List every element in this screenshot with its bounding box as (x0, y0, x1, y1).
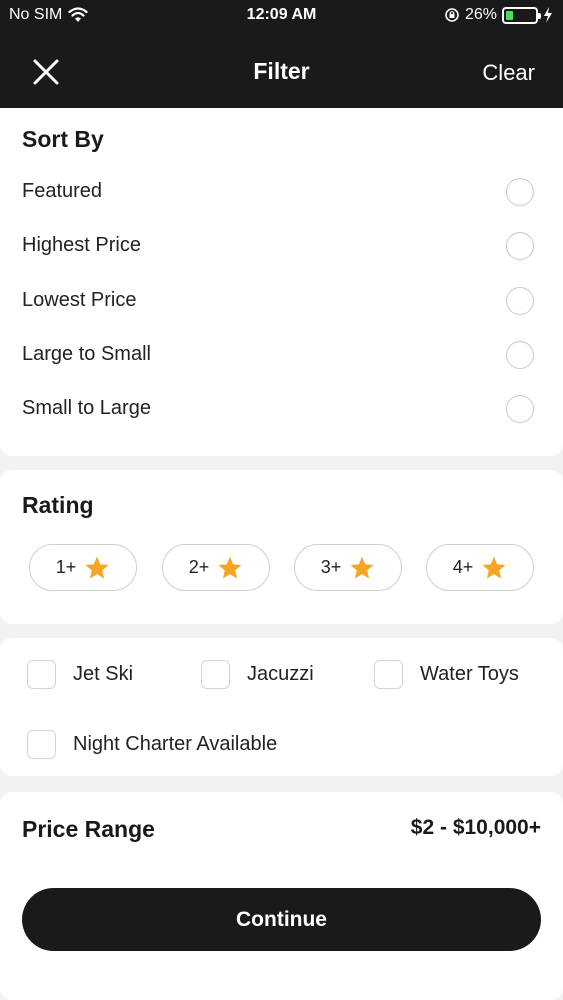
rating-chip-label: 4+ (452, 557, 474, 577)
rating-chip-3[interactable]: 3+ (294, 544, 402, 591)
amenity-label: Jet Ski (73, 662, 134, 685)
sort-option-label: Large to Small (22, 343, 151, 365)
continue-button[interactable]: Continue (22, 888, 541, 951)
sort-option-small-to-large[interactable]: Small to Large (0, 389, 563, 429)
sort-option-label: Highest Price (22, 234, 141, 256)
sort-option-highest-price[interactable]: Highest Price (0, 226, 563, 266)
price-range-title: Price Range (22, 816, 155, 842)
rating-chip-label: 3+ (320, 557, 342, 577)
checkbox[interactable] (201, 659, 230, 689)
rating-chip-4[interactable]: 4+ (426, 544, 534, 591)
star-icon (218, 556, 242, 579)
orientation-lock-icon (445, 8, 459, 22)
rating-title: Rating (22, 492, 94, 518)
star-icon (350, 556, 374, 579)
rating-chip-label: 2+ (188, 557, 210, 577)
amenity-night-charter[interactable]: Night Charter Available (27, 729, 277, 759)
radio-button[interactable] (506, 341, 534, 369)
amenity-label: Water Toys (420, 662, 519, 685)
status-right: 26% (444, 6, 553, 24)
checkbox[interactable] (374, 659, 403, 689)
rating-card: Rating 1+ 2+ 3+ 4+ (0, 470, 563, 624)
sort-option-large-to-small[interactable]: Large to Small (0, 335, 563, 375)
sort-option-label: Small to Large (22, 397, 151, 419)
rating-chip-2[interactable]: 2+ (162, 544, 270, 591)
checkbox[interactable] (27, 729, 56, 759)
battery-percent: 26% (464, 6, 497, 23)
sort-option-label: Featured (22, 180, 103, 202)
radio-button[interactable] (506, 232, 534, 260)
charging-bolt-icon (544, 7, 552, 23)
radio-button[interactable] (506, 395, 534, 423)
sort-option-label: Lowest Price (22, 289, 137, 311)
sort-option-lowest-price[interactable]: Lowest Price (0, 281, 563, 321)
rating-chip-label: 1+ (55, 557, 77, 577)
sort-by-title: Sort By (22, 126, 104, 152)
status-bar: No SIM 12:09 AM 26% (0, 0, 563, 30)
radio-button[interactable] (506, 287, 534, 315)
page-title: Filter (253, 58, 310, 84)
battery-icon (502, 6, 541, 24)
amenities-card: Jet Ski Jacuzzi Water Toys Night Charter… (0, 638, 563, 776)
amenity-jet-ski[interactable]: Jet Ski (27, 659, 133, 689)
amenity-label: Jacuzzi (247, 662, 314, 685)
nav-header: Filter Clear (0, 30, 563, 108)
sort-by-card: Sort By Featured Highest Price Lowest Pr… (0, 108, 563, 456)
rating-chip-1[interactable]: 1+ (29, 544, 137, 591)
star-icon (482, 556, 506, 579)
price-range-value: $2 - $10,000+ (410, 816, 541, 839)
sort-option-featured[interactable]: Featured (0, 172, 563, 212)
amenity-water-toys[interactable]: Water Toys (374, 659, 519, 689)
battery-fill (506, 10, 514, 20)
clear-button[interactable]: Clear (482, 60, 535, 86)
amenity-jacuzzi[interactable]: Jacuzzi (201, 659, 314, 689)
radio-button[interactable] (506, 178, 534, 206)
amenity-label: Night Charter Available (73, 732, 278, 755)
star-icon (85, 556, 109, 579)
checkbox[interactable] (27, 659, 56, 689)
